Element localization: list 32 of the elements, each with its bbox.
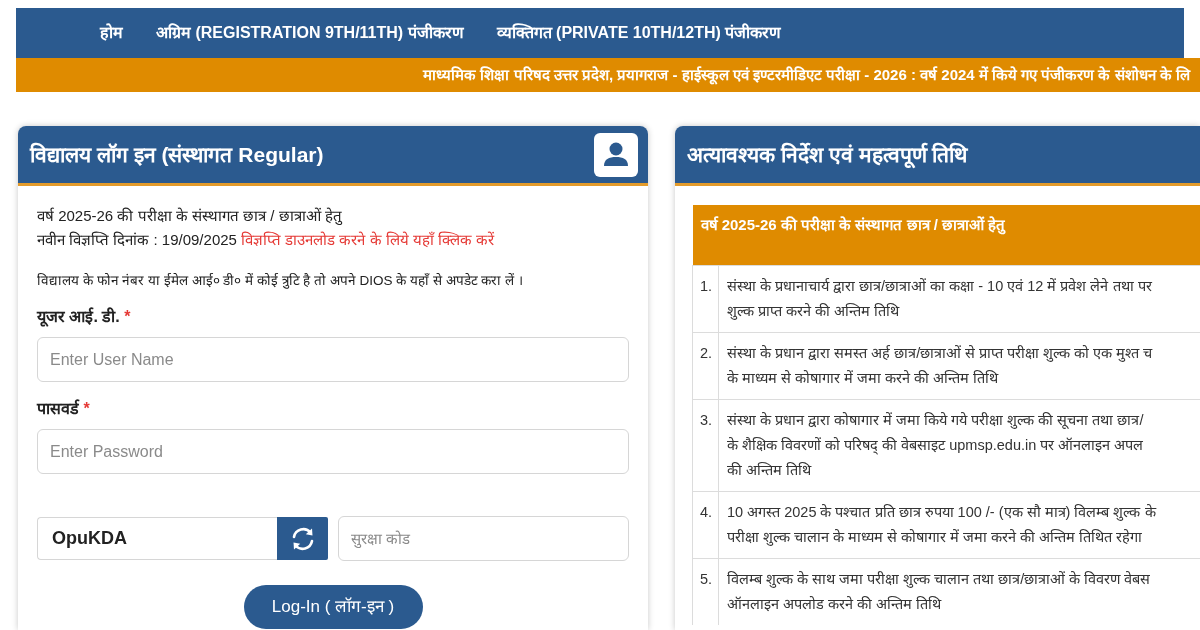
download-link[interactable]: विज्ञप्ति डाउनलोड करने के लिये यहाँ क्लिक करें: [241, 231, 495, 248]
login-button[interactable]: Log-In ( लॉग-इन ): [243, 585, 423, 629]
ticker-text: माध्यमिक शिक्षा परिषद उत्तर प्रदेश, प्रयागराज - हाईस्कूल एवं इण्टरमीडिएट परीक्षा - 2026 : वर्ष 2024 में किये गए पंजीकरण के संशोधन के लि: [423, 64, 1190, 87]
table-heading: वर्ष 2025-26 की परीक्षा के संस्थागत छात्र / छात्राओं हेतु: [692, 205, 1200, 265]
row-number: 1.: [692, 265, 719, 332]
input-field[interactable]: Enter Password: [37, 429, 629, 474]
nav-link[interactable]: व्यक्तिगत (PRIVATE 10TH/12TH) पंजीकरण: [496, 21, 782, 45]
captcha-code: OpuKDA: [37, 517, 277, 560]
field-label: यूजर आई. डी.: [37, 308, 120, 325]
required-mark: *: [124, 308, 131, 325]
nav-link[interactable]: अग्रिम (REGISTRATION 9TH/11TH) पंजीकरण: [156, 21, 464, 45]
panel-title: विद्यालय लॉग इन (संस्थागत Regular): [30, 141, 324, 168]
security-code-field[interactable]: सुरक्षा कोड: [338, 516, 629, 561]
user-icon: [594, 132, 638, 177]
panel-title: अत्यावश्यक निर्देश एवं महत्वपूर्ण तिथि: [687, 141, 968, 168]
row-number: 4.: [692, 491, 719, 558]
required-mark: *: [83, 400, 90, 417]
refresh-button[interactable]: [277, 517, 328, 560]
instruction-text: संस्था के प्रधान द्वारा कोषागार में जमा किये गये परीक्षा शुल्क की सूचना तथा छात्र/ के शैक्षिक विवरणों को परिषद् की वेबसाइट upmsp.edu.in पर ऑनलाइन अपल की अन्तिम तिथि: [727, 410, 1145, 480]
notice-text: वर्ष 2025-26 की परीक्षा के संस्थागत छात्र / छात्राओं हेतु: [37, 206, 343, 227]
row-number: 2.: [692, 332, 719, 399]
instruction-text: 10 अगस्त 2025 के पश्चात प्रति छात्र रुपया 100 /- (एक सौ मात्र) विलम्ब शुल्क के परीक्षा शुल्क चालान के माध्यम से कोषागार में जमा करने की अन्तिम तिथित रहेगा: [727, 502, 1158, 548]
nav-link[interactable]: होम: [100, 21, 123, 45]
row-number: 3.: [692, 399, 719, 491]
input-field[interactable]: Enter User Name: [37, 337, 629, 382]
row-number: 5.: [692, 558, 719, 625]
note-text: विद्यालय के फोन नंबर या ईमेल आई० डी० में कोई त्रुटि है तो अपने DIOS के यहाँ से अपडेट करा लें ।: [37, 272, 524, 291]
field-label: पासवर्ड: [37, 400, 79, 417]
instruction-text: संस्था के प्रधान द्वारा समस्त अर्ह छात्र/छात्राओं से प्राप्त परीक्षा शुल्क को एक मुश्त च के माध्यम से कोषागार में जमा करने की अन्तिम तिथि: [727, 343, 1154, 388]
instruction-text: विलम्ब शुल्क के साथ जमा परीक्षा शुल्क चालान तथा छात्र/छात्राओं के विवरण वेबस ऑनलाइन अपलोड करने की अन्तिम तिथि: [727, 569, 1152, 614]
notice-text: नवीन विज्ञप्ति दिनांक : 19/09/2025 विज्ञप्ति डाउनलोड करने के लिये यहाँ क्लिक करें: [37, 230, 496, 250]
instruction-text: संस्था के प्रधानाचार्य द्वारा छात्र/छात्राओं का कक्षा - 10 एवं 12 में प्रवेश लेने तथा पर शुल्क प्राप्त करने की अन्तिम तिथि: [727, 276, 1153, 322]
